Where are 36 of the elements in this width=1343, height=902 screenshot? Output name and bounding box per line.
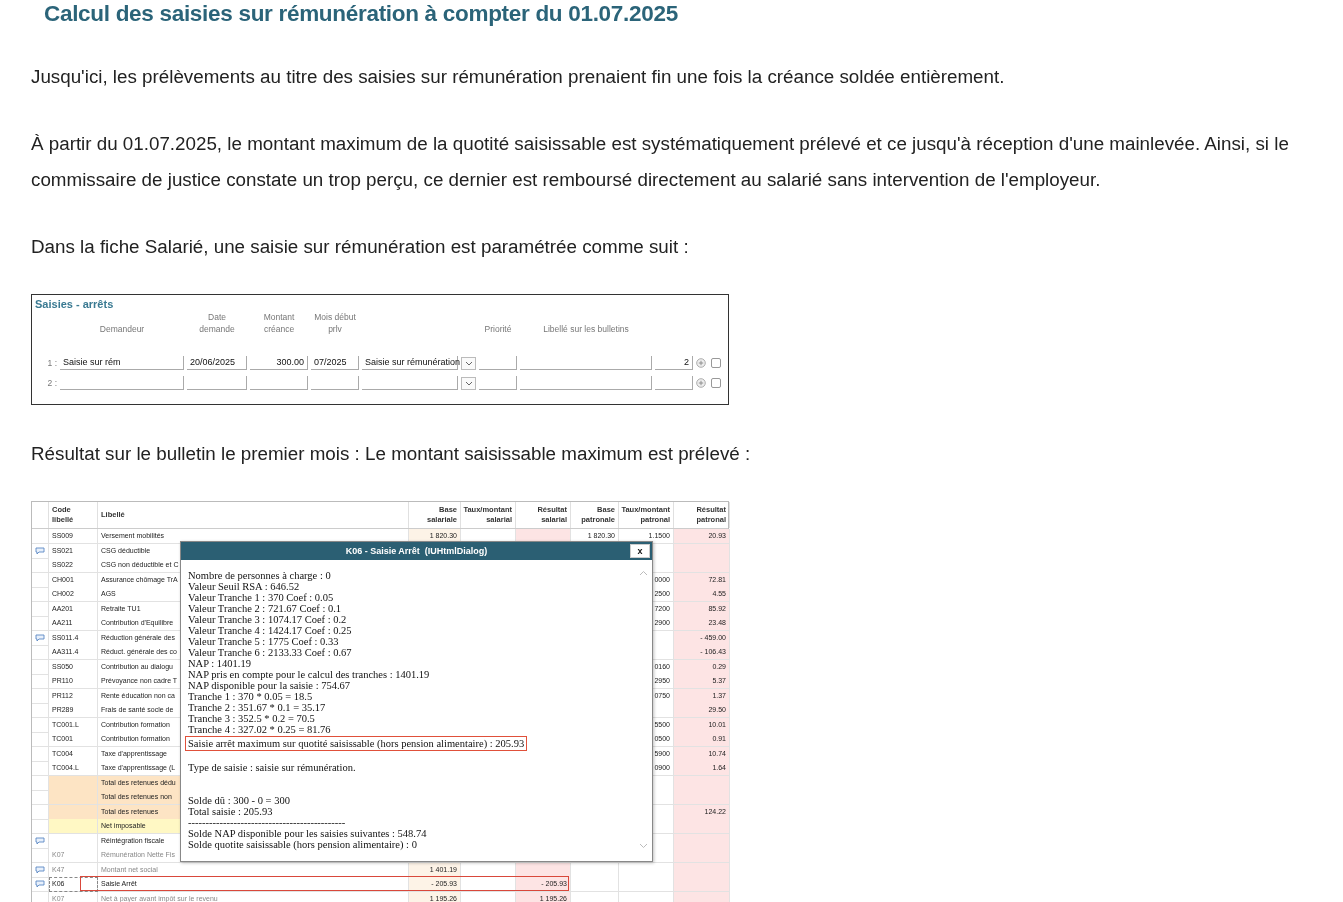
text-line: Total saisie : 205.93 — [188, 806, 273, 817]
column-header: Libellé sur les bulletins — [543, 323, 629, 335]
input-field[interactable]: 300.00 — [250, 356, 308, 370]
input-field[interactable]: 07/2025 — [311, 356, 359, 370]
paragraph: À partir du 01.07.2025, le montant maximum de la quotité saisissable est systématiquement prélevé et ce jusqu'à réception d'une mainlevée. Ainsi, si le commissaire de justice constate un trop perçu, ce dernier est remboursé directement au salarié sans intervention de l'employeur. — [31, 132, 1290, 192]
column-header: Montant créance — [262, 311, 296, 335]
paragraph: Jusqu'ici, les prélèvements au titre des saisies sur rémunération prenaient fin une fois la créance soldée entièrement. — [31, 65, 1006, 89]
row-number: 1 : — [47, 358, 57, 368]
text-line: Valeur Tranche 2 : 721.67 Coef : 0.1 — [188, 603, 342, 614]
panel-title: Saisies - arrêts — [35, 297, 114, 311]
text-line: NAP : 1401.19 — [188, 658, 251, 669]
text-line: Valeur Tranche 1 : 370 Coef : 0.05 — [188, 592, 334, 603]
text-line: Solde dû : 300 - 0 = 300 — [188, 795, 290, 806]
column-header: Demandeur — [99, 323, 145, 335]
close-button[interactable]: x — [630, 544, 650, 558]
input-field[interactable]: Saisie sur rémunération — [362, 356, 458, 370]
text-line: Valeur Tranche 3 : 1074.17 Coef : 0.2 — [188, 614, 347, 625]
input-field[interactable]: Saisie sur rém — [60, 356, 184, 370]
row-number: 2 : — [47, 378, 57, 388]
text-line: Type de saisie : saisie sur rémunération. — [188, 762, 356, 773]
column-header: Date demande — [198, 311, 236, 335]
text-line: NAP disponible pour la saisie : 754.67 — [188, 680, 351, 691]
text-line: Valeur Tranche 6 : 2133.33 Coef : 0.67 — [188, 647, 352, 658]
page-heading: Calcul des saisies sur rémunération à compter du 01.07.2025 — [44, 0, 679, 28]
text-line: Tranche 1 : 370 * 0.05 = 18.5 — [188, 691, 313, 702]
input-field[interactable]: 20/06/2025 — [187, 356, 247, 370]
input-field[interactable]: 2 — [655, 356, 693, 370]
paragraph: Résultat sur le bulletin le premier mois : Le montant saisissable maximum est prélevé : — [31, 442, 752, 466]
text-line: Valeur Tranche 5 : 1775 Coef : 0.33 — [188, 636, 339, 647]
text-line: Tranche 4 : 327.02 * 0.25 = 81.76 — [188, 724, 331, 735]
text-line: Nombre de personnes à charge : 0 — [188, 570, 331, 581]
column-header: Mois début prlv — [313, 311, 357, 335]
text-line: Tranche 2 : 351.67 * 0.1 = 35.17 — [188, 702, 326, 713]
text-line: --------------------------------------------- — [188, 817, 346, 828]
paragraph: Dans la fiche Salarié, une saisie sur rémunération est paramétrée comme suit : — [31, 235, 690, 259]
column-header: Priorité — [484, 323, 512, 335]
